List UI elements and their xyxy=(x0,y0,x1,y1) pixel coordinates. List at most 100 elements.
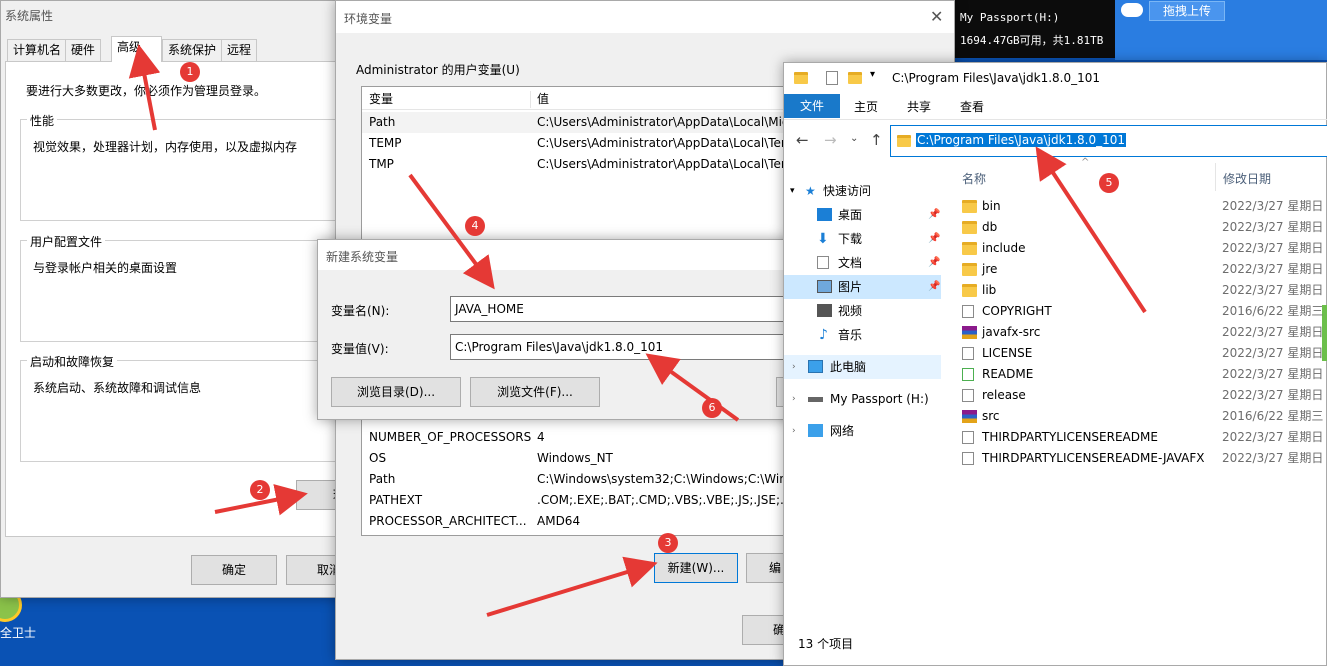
sys-var-row[interactable]: NUMBER_OF_PROCESSORS 4 xyxy=(362,427,820,448)
desktop-icon xyxy=(817,208,832,221)
annotation-badge: 5 xyxy=(1099,173,1119,193)
user-var-row[interactable]: TMP C:\Users\Administrator\AppData\Local… xyxy=(362,154,820,175)
performance-desc: 视觉效果，处理器计划，内存使用，以及虚拟内存 xyxy=(33,140,298,154)
tab-advanced[interactable]: 高级 xyxy=(111,36,162,62)
list-item[interactable]: src 2016/6/22 星期三 xyxy=(962,406,1327,427)
user-var-row[interactable]: TEMP C:\Users\Administrator\AppData\Loca… xyxy=(362,133,820,154)
security-app-label: 全卫士 xyxy=(0,626,37,640)
newvar-title: 新建系统变量 xyxy=(326,250,399,264)
videos-icon xyxy=(817,304,832,317)
var-value-input[interactable]: C:\Program Files\Java\jdk1.8.0_101 xyxy=(450,334,790,360)
folder-icon xyxy=(962,242,977,255)
list-item[interactable]: README 2022/3/27 星期日 xyxy=(962,364,1327,385)
annotation-badge: 1 xyxy=(180,62,200,82)
close-icon[interactable]: ✕ xyxy=(930,7,943,26)
computer-icon xyxy=(808,360,823,373)
back-arrow-icon[interactable]: ← xyxy=(796,131,809,149)
ok-button[interactable]: 确定 xyxy=(191,555,277,585)
annotation-badge: 6 xyxy=(702,398,722,418)
annotation-badge: 4 xyxy=(465,216,485,236)
list-item[interactable]: jre 2022/3/27 星期日 xyxy=(962,259,1327,280)
folder-icon xyxy=(962,263,977,276)
list-item[interactable]: THIRDPARTYLICENSEREADME-JAVAFX 2022/3/27 … xyxy=(962,448,1327,469)
new-folder-icon[interactable] xyxy=(848,72,862,84)
ribbon-tab-file[interactable]: 文件 xyxy=(784,94,840,118)
upload-widget[interactable]: 拖拽上传 xyxy=(1115,0,1327,60)
documents-icon xyxy=(817,256,829,269)
properties-icon[interactable] xyxy=(826,71,838,85)
list-item[interactable]: release 2022/3/27 星期日 xyxy=(962,385,1327,406)
folder-icon xyxy=(794,72,808,84)
drive-space: 1694.47GB可用，共1.81TB xyxy=(960,34,1104,47)
tab-computer-name[interactable]: 计算机名 xyxy=(7,39,68,61)
var-name-input[interactable]: JAVA_HOME xyxy=(450,296,790,322)
download-icon: ⬇ xyxy=(817,231,829,247)
new-variable-button[interactable]: 新建(W)... xyxy=(654,553,738,583)
sys-var-row[interactable]: Path C:\Windows\system32;C:\Windows;C:\W… xyxy=(362,469,820,490)
collapse-chevron-icon[interactable]: ^ xyxy=(1081,157,1089,168)
col-date[interactable]: 修改日期 xyxy=(1223,170,1271,187)
pin-icon: 📌 xyxy=(928,233,941,244)
admin-note: 要进行大多数更改，你必须作为管理员登录。 xyxy=(26,84,267,98)
tab-remote[interactable]: 远程 xyxy=(221,39,258,61)
startup-desc: 系统启动、系统故障和调试信息 xyxy=(33,381,202,395)
annotation-badge: 3 xyxy=(658,533,678,553)
system-properties-window: 系统属性 计算机名 硬件 高级 系统保护 远程 要进行大多数更改，你必须作为管理… xyxy=(0,0,360,598)
ribbon-tab-share[interactable]: 共享 xyxy=(907,98,931,115)
list-item[interactable]: COPYRIGHT 2016/6/22 星期三 xyxy=(962,301,1327,322)
col-name[interactable]: 名称 xyxy=(962,170,986,187)
text-file-icon xyxy=(962,431,974,444)
folder-icon xyxy=(962,284,977,297)
env-title: 环境变量 xyxy=(344,12,393,26)
text-file-icon xyxy=(962,452,974,465)
env-titlebar xyxy=(336,1,954,33)
ribbon-tab-home[interactable]: 主页 xyxy=(854,98,878,115)
sys-var-row[interactable]: PATHEXT .COM;.EXE;.BAT;.CMD;.VBS;.VBE;.J… xyxy=(362,490,820,511)
new-system-variable-dialog: 新建系统变量 变量名(N): JAVA_HOME 变量值(V): C:\Prog… xyxy=(317,239,816,420)
up-arrow-icon[interactable]: ↑ xyxy=(870,131,883,149)
item-count: 13 个项目 xyxy=(798,637,854,651)
list-item[interactable]: include 2022/3/27 星期日 xyxy=(962,238,1327,259)
explorer-title: C:\Program Files\Java\jdk1.8.0_101 xyxy=(892,71,1101,85)
user-var-row[interactable]: Path C:\Users\Administrator\AppData\Loca… xyxy=(362,112,820,133)
folder-icon xyxy=(962,200,977,213)
recent-chevron-icon[interactable]: ⌄ xyxy=(850,133,858,144)
folder-icon xyxy=(962,221,977,234)
browse-directory-button[interactable]: 浏览目录(D)... xyxy=(331,377,461,407)
drive-icon xyxy=(808,397,823,402)
tab-hardware[interactable]: 硬件 xyxy=(65,39,102,61)
list-item[interactable]: bin 2022/3/27 星期日 xyxy=(962,196,1327,217)
html-file-icon xyxy=(962,368,974,381)
ribbon-tab-view[interactable]: 查看 xyxy=(960,98,984,115)
address-bar[interactable]: C:\Program Files\Java\jdk1.8.0_101 xyxy=(890,125,1327,157)
user-vars-label: Administrator 的用户变量(U) xyxy=(356,63,520,77)
tab-panel: 要进行大多数更改，你必须作为管理员登录。 性能 视觉效果，处理器计划，内存使用，… xyxy=(5,61,360,537)
tab-system-protection[interactable]: 系统保护 xyxy=(162,39,223,61)
list-item[interactable]: db 2022/3/27 星期日 xyxy=(962,217,1327,238)
sysprops-title: 系统属性 xyxy=(5,9,54,23)
star-icon: ★ xyxy=(805,184,816,198)
col-variable[interactable]: 变量 xyxy=(369,89,393,110)
startup-label: 启动和故障恢复 xyxy=(27,353,118,370)
music-icon: ♪ xyxy=(819,327,828,343)
performance-group: 性能 视觉效果，处理器计划，内存使用，以及虚拟内存 xyxy=(20,112,360,221)
file-icon xyxy=(962,347,974,360)
sys-var-row[interactable]: PROCESSOR_ARCHITECT... AMD64 xyxy=(362,511,820,532)
sys-var-row[interactable]: OS Windows_NT xyxy=(362,448,820,469)
list-item[interactable]: javafx-src 2022/3/27 星期日 xyxy=(962,322,1327,343)
browse-file-button[interactable]: 浏览文件(F)... xyxy=(470,377,600,407)
user-vars-list: 变量 值 Path C:\Users\Administrator\AppData… xyxy=(361,86,821,246)
chevron-down-icon[interactable]: ▾ xyxy=(870,69,875,80)
col-value[interactable]: 值 xyxy=(537,89,549,110)
pictures-icon xyxy=(817,280,832,293)
archive-icon xyxy=(962,410,977,423)
profile-group: 用户配置文件 与登录帐户相关的桌面设置 xyxy=(20,233,360,342)
address-text: C:\Program Files\Java\jdk1.8.0_101 xyxy=(916,133,1127,147)
list-item[interactable]: lib 2022/3/27 星期日 xyxy=(962,280,1327,301)
upload-button[interactable]: 拖拽上传 xyxy=(1149,1,1225,21)
list-item[interactable]: LICENSE 2022/3/27 星期日 xyxy=(962,343,1327,364)
var-name-label: 变量名(N): xyxy=(331,304,390,318)
performance-label: 性能 xyxy=(27,112,58,129)
forward-arrow-icon[interactable]: → xyxy=(824,131,837,149)
list-item[interactable]: THIRDPARTYLICENSEREADME 2022/3/27 星期日 xyxy=(962,427,1327,448)
